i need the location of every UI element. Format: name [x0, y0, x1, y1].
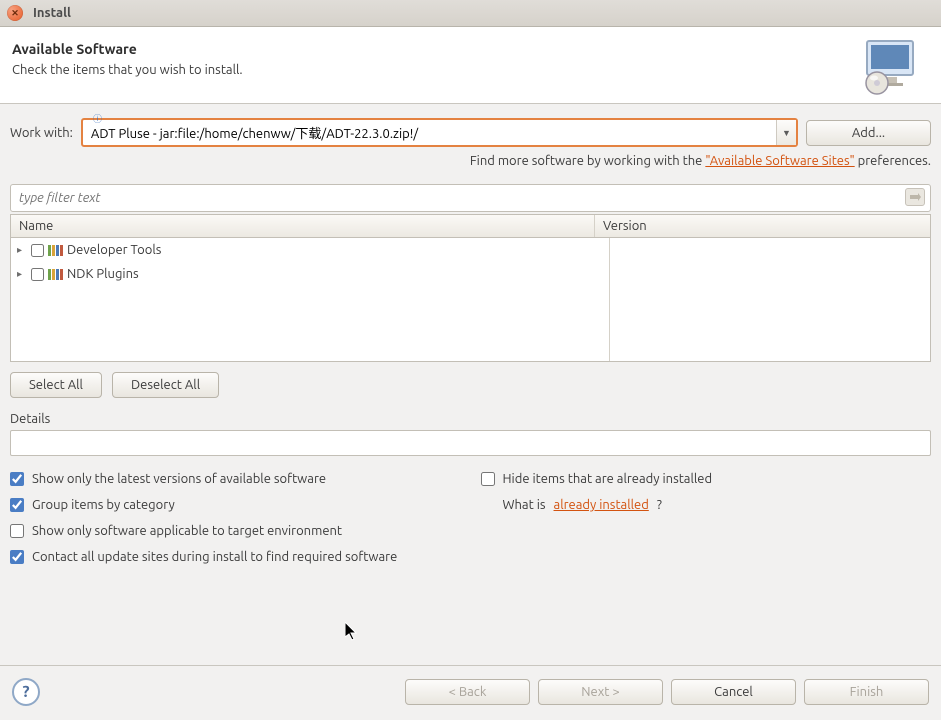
sites-hint: Find more software by working with the "… [10, 154, 931, 168]
opt-target[interactable]: Show only software applicable to target … [10, 524, 461, 538]
opt-contact[interactable]: Contact all update sites during install … [10, 550, 461, 564]
opt-group-checkbox[interactable] [10, 498, 24, 512]
details-label: Details [10, 412, 931, 426]
available-sites-link[interactable]: "Available Software Sites" [705, 154, 854, 168]
filter-input[interactable] [10, 184, 931, 212]
workwith-input[interactable] [83, 120, 776, 145]
category-icon [48, 269, 63, 280]
col-name[interactable]: Name [11, 215, 595, 237]
select-all-button[interactable]: Select All [10, 372, 102, 398]
expand-icon[interactable]: ▸ [17, 244, 27, 256]
info-icon: ⓘ [93, 112, 102, 125]
software-table: Name Version ▸ Developer Tools ▸ NDK Plu… [10, 214, 931, 362]
opt-hide-checkbox[interactable] [481, 472, 495, 486]
deselect-all-button[interactable]: Deselect All [112, 372, 219, 398]
opt-group[interactable]: Group items by category [10, 498, 461, 512]
item-checkbox[interactable] [31, 268, 44, 281]
item-label: NDK Plugins [67, 267, 139, 281]
wizard-header: Available Software Check the items that … [0, 27, 941, 104]
expand-icon[interactable]: ▸ [17, 268, 27, 280]
page-subtitle: Check the items that you wish to install… [12, 63, 243, 77]
workwith-combo[interactable]: ▼ [81, 118, 798, 147]
clear-filter-icon[interactable] [905, 188, 925, 206]
add-button[interactable]: Add... [806, 120, 931, 146]
workwith-label: Work with: [10, 126, 73, 140]
next-button[interactable]: Next > [538, 679, 663, 705]
window-title: Install [33, 6, 71, 20]
item-label: Developer Tools [67, 243, 161, 257]
opt-target-checkbox[interactable] [10, 524, 24, 538]
opt-hide[interactable]: Hide items that are already installed [481, 472, 932, 486]
chevron-down-icon[interactable]: ▼ [776, 120, 796, 145]
close-icon[interactable]: ✕ [7, 5, 23, 21]
tree-row[interactable]: ▸ Developer Tools [11, 238, 930, 262]
category-icon [48, 245, 63, 256]
item-checkbox[interactable] [31, 244, 44, 257]
cancel-button[interactable]: Cancel [671, 679, 796, 705]
install-icon [861, 41, 925, 91]
opt-latest-checkbox[interactable] [10, 472, 24, 486]
finish-button[interactable]: Finish [804, 679, 929, 705]
help-icon[interactable]: ? [12, 678, 40, 706]
wizard-footer: ? < Back Next > Cancel Finish [0, 665, 941, 720]
tree-row[interactable]: ▸ NDK Plugins [11, 262, 930, 286]
opt-latest[interactable]: Show only the latest versions of availab… [10, 472, 461, 486]
whatis-line: What is already installed? [481, 498, 932, 512]
back-button[interactable]: < Back [405, 679, 530, 705]
page-title: Available Software [12, 41, 243, 57]
details-box [10, 430, 931, 456]
opt-contact-checkbox[interactable] [10, 550, 24, 564]
already-installed-link[interactable]: already installed [554, 498, 649, 512]
titlebar: ✕ Install [0, 0, 941, 27]
col-version[interactable]: Version [595, 215, 930, 237]
